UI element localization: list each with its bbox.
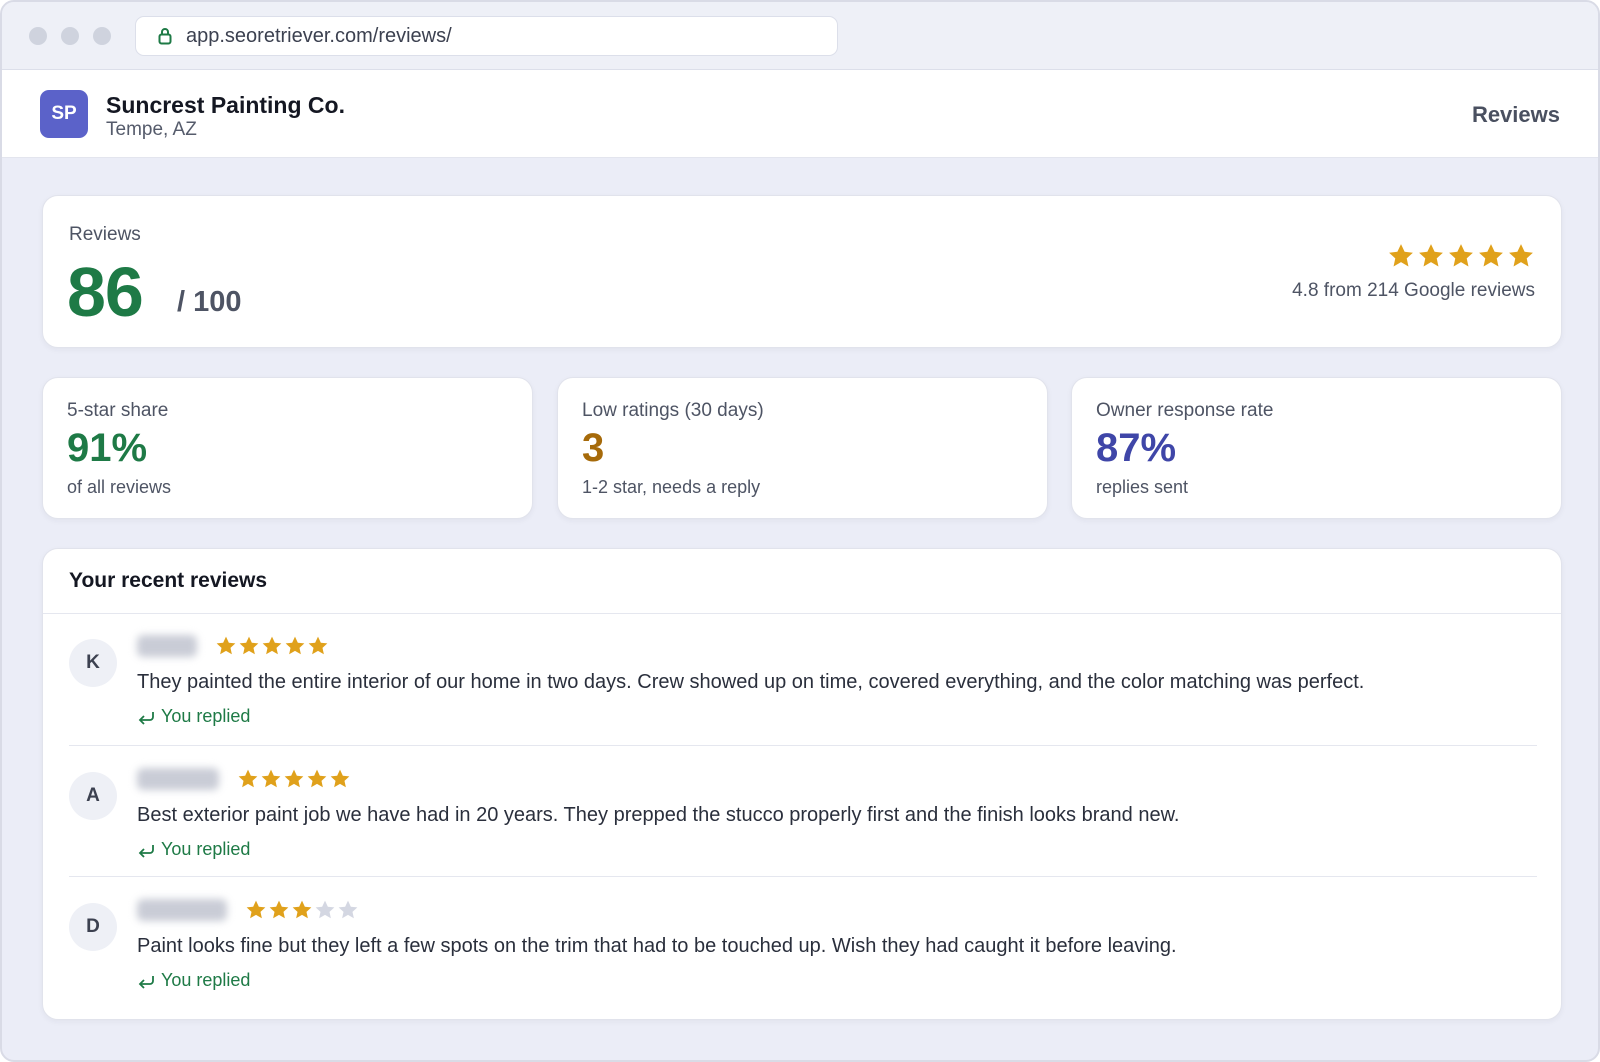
star-filled-icon [261, 769, 281, 788]
business-name: Suncrest Painting Co. [106, 92, 345, 118]
nav-reviews-link[interactable]: Reviews [1472, 102, 1560, 128]
review-text: Paint looks fine but they left a few spo… [137, 935, 1177, 957]
stat-subtext: of all reviews [67, 477, 172, 497]
replied-label: You replied [161, 839, 251, 859]
reviewer-name-blurred [137, 635, 197, 657]
address-bar[interactable]: app.seoretriever.com/reviews/ [135, 16, 838, 56]
review-stars [237, 768, 351, 790]
stat-value: 87% [1096, 426, 1177, 470]
stat-subtext: replies sent [1096, 477, 1189, 497]
stat-label: Low ratings (30 days) [582, 400, 764, 421]
lock-icon [158, 28, 172, 45]
reply-arrow-icon [138, 711, 154, 725]
google-rating-text: 4.8 from 214 Google reviews [1292, 280, 1535, 301]
reviewer-avatar: D [69, 903, 117, 951]
stat-card-response-rate: Owner response rate 87% replies sent [1071, 377, 1562, 519]
review-stars [215, 635, 329, 657]
review-score-card: Reviews 86 / 100 4.8 from 214 Google rev… [42, 195, 1562, 348]
star-filled-icon [1419, 244, 1443, 267]
star-filled-icon [330, 769, 350, 788]
window-minimize-dot[interactable] [61, 27, 79, 45]
google-rating-stars [1387, 242, 1535, 270]
star-filled-icon [285, 636, 305, 655]
star-filled-icon [284, 769, 304, 788]
browser-window: app.seoretriever.com/reviews/ SP Suncres… [0, 0, 1600, 1062]
recent-reviews-title: Your recent reviews [69, 569, 268, 592]
review-item[interactable]: K They painted the entire interior of ou… [69, 613, 1537, 745]
stat-card-five-star-share: 5-star share 91% of all reviews [42, 377, 533, 519]
star-filled-icon [246, 900, 266, 919]
app-header: SP Suncrest Painting Co. Tempe, AZ Revie… [2, 70, 1598, 158]
review-item[interactable]: D Paint looks fine but they left a few s… [69, 876, 1537, 1008]
stat-card-low-ratings: Low ratings (30 days) 3 1-2 star, needs … [557, 377, 1048, 519]
replied-status[interactable]: You replied [137, 706, 250, 727]
window-close-dot[interactable] [29, 27, 47, 45]
reviewer-avatar: K [69, 639, 117, 687]
star-filled-icon [308, 636, 328, 655]
replied-status[interactable]: You replied [137, 839, 250, 860]
score-max: / 100 [177, 286, 242, 318]
star-filled-icon [1389, 244, 1413, 267]
browser-chrome: app.seoretriever.com/reviews/ [2, 2, 1598, 70]
star-filled-icon [239, 636, 259, 655]
url-text: app.seoretriever.com/reviews/ [186, 24, 452, 47]
star-empty-icon [315, 900, 335, 919]
reply-arrow-icon [138, 844, 154, 858]
star-filled-icon [238, 769, 258, 788]
window-maximize-dot[interactable] [93, 27, 111, 45]
review-text: Best exterior paint job we have had in 2… [137, 804, 1180, 826]
stat-subtext: 1-2 star, needs a reply [582, 477, 761, 497]
star-filled-icon [269, 900, 289, 919]
replied-label: You replied [161, 706, 251, 726]
stat-value: 91% [67, 426, 148, 470]
star-filled-icon [1449, 244, 1473, 267]
stat-value: 3 [582, 426, 605, 470]
review-text: They painted the entire interior of our … [137, 671, 1365, 693]
business-logo: SP [40, 90, 88, 138]
star-filled-icon [1509, 244, 1533, 267]
star-empty-icon [338, 900, 358, 919]
review-item[interactable]: A Best exterior paint job we have had in… [69, 745, 1537, 877]
score-value: 86 [67, 253, 144, 331]
recent-reviews-card: Your recent reviews K They painted the e… [42, 548, 1562, 1020]
star-filled-icon [307, 769, 327, 788]
star-filled-icon [292, 900, 312, 919]
review-stars [245, 899, 359, 921]
business-location: Tempe, AZ [106, 119, 197, 140]
replied-label: You replied [161, 970, 251, 990]
star-filled-icon [1479, 244, 1503, 267]
reviewer-avatar: A [69, 772, 117, 820]
reply-arrow-icon [138, 975, 154, 989]
reviewer-name-blurred [137, 768, 219, 790]
star-filled-icon [262, 636, 282, 655]
star-filled-icon [216, 636, 236, 655]
score-label: Reviews [69, 224, 141, 245]
replied-status[interactable]: You replied [137, 970, 250, 991]
stat-label: Owner response rate [1096, 400, 1274, 421]
reviewer-name-blurred [137, 899, 227, 921]
stat-label: 5-star share [67, 400, 169, 421]
